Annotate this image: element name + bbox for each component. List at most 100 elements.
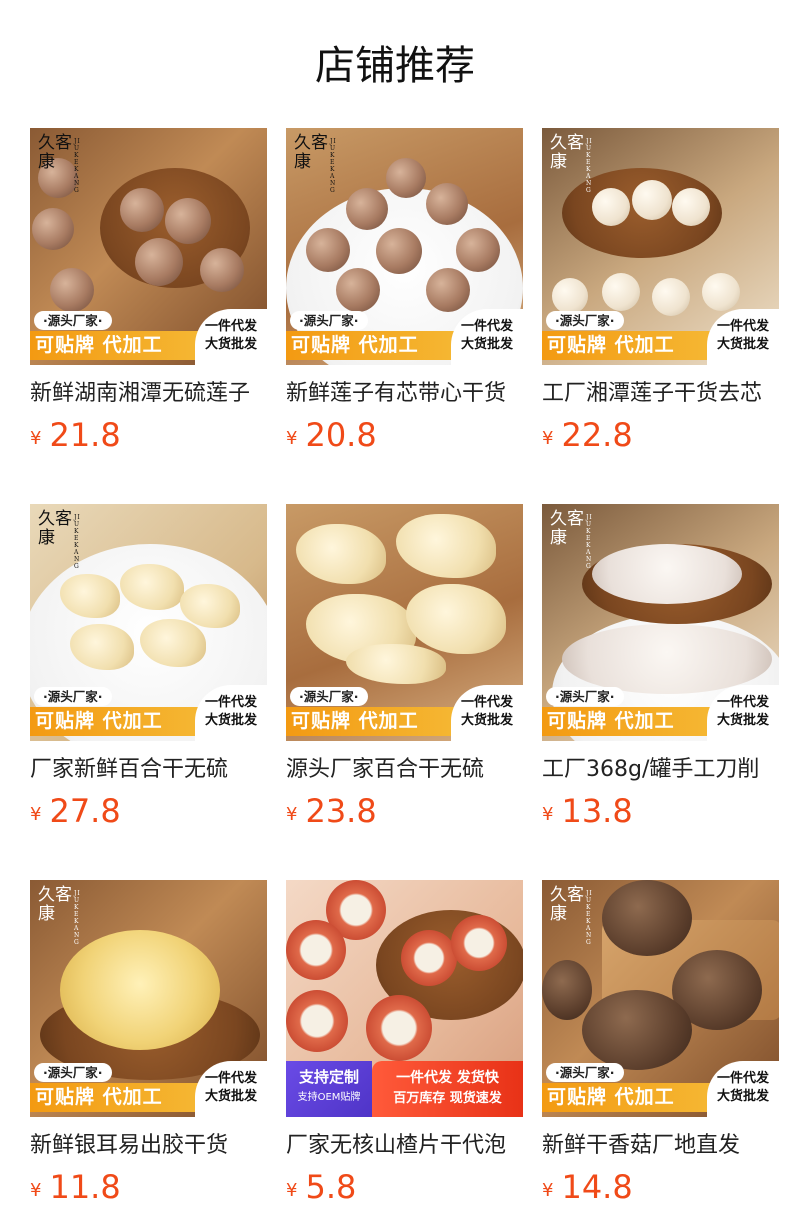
promo-banner: ·源头厂家· 可贴牌 代加工 一件代发 大货批发 (286, 685, 523, 741)
shiitake-shape (582, 990, 692, 1070)
product-image[interactable]: ·源头厂家· 可贴牌 代加工 一件代发 大货批发 (286, 504, 523, 741)
product-name[interactable]: 新鲜干香菇厂地直发 (542, 1130, 779, 1162)
product-card[interactable]: 久客康 JIUKEKANG ·源头厂家· 可贴牌 代加工 一件代发 大货批发 新鲜湖… (30, 128, 267, 454)
promo-right: 一件代发 大货批发 (451, 685, 523, 741)
lily-slice-shape (346, 644, 446, 684)
product-price: ¥27.8 (30, 792, 121, 830)
promo-main: 可贴牌 代加工 (286, 331, 456, 360)
product-name[interactable]: 新鲜银耳易出胶干货 (30, 1130, 267, 1162)
promo-main: 可贴牌 代加工 (30, 331, 200, 360)
lotus-seed-shape (200, 248, 244, 292)
lotus-seed-shape (602, 273, 640, 311)
brand-logo: 久客康 JIUKEKANG (550, 885, 593, 947)
shiitake-shape (542, 960, 592, 1020)
product-price: ¥20.8 (286, 416, 377, 454)
promo-right: 一件代发 大货批发 (707, 685, 779, 741)
promo-main: 可贴牌 代加工 (30, 1083, 200, 1112)
product-card[interactable]: 久客康 JIUKEKANG ·源头厂家· 可贴牌 代加工 一件代发 大货批发 厂家新… (30, 504, 267, 830)
product-card[interactable]: 久客康 JIUKEKANG ·源头厂家· 可贴牌 代加工 一件代发 大货批发 新鲜银… (30, 880, 267, 1206)
lotus-seed-shape (165, 198, 211, 244)
promo-banner: 支持定制 支持OEM贴牌 一件代发 发货快 百万库存 现货速发 (286, 1061, 523, 1117)
product-card[interactable]: ·源头厂家· 可贴牌 代加工 一件代发 大货批发 源头厂家百合干无硫 ¥23.8 (286, 504, 523, 830)
hawthorn-slice-shape (366, 995, 432, 1061)
promo-tag: ·源头厂家· (546, 311, 624, 330)
powder-pile-shape (592, 544, 742, 604)
promo-banner: ·源头厂家· 可贴牌 代加工 一件代发 大货批发 (30, 685, 267, 741)
product-card[interactable]: 支持定制 支持OEM贴牌 一件代发 发货快 百万库存 现货速发 厂家无核山楂片干… (286, 880, 523, 1206)
product-price: ¥22.8 (542, 416, 633, 454)
product-name[interactable]: 厂家新鲜百合干无硫 (30, 754, 267, 786)
lotus-seed-shape (426, 268, 470, 312)
lotus-seed-shape (336, 268, 380, 312)
promo-tag: ·源头厂家· (34, 311, 112, 330)
promo-tag: ·源头厂家· (34, 1063, 112, 1082)
product-name[interactable]: 厂家无核山楂片干代泡 (286, 1130, 523, 1162)
lotus-seed-shape (426, 183, 468, 225)
promo-tag: ·源头厂家· (546, 687, 624, 706)
lotus-seed-shape (592, 188, 630, 226)
promo-main: 可贴牌 代加工 (542, 1083, 712, 1112)
product-name[interactable]: 新鲜湖南湘潭无硫莲子 (30, 378, 267, 410)
product-image[interactable]: 久客康 JIUKEKANG ·源头厂家· 可贴牌 代加工 一件代发 大货批发 (30, 128, 267, 365)
promo-main: 可贴牌 代加工 (30, 707, 200, 736)
product-name[interactable]: 新鲜莲子有芯带心干货 (286, 378, 523, 410)
promo-main: 可贴牌 代加工 (286, 707, 456, 736)
product-image[interactable]: 久客康 JIUKEKANG ·源头厂家· 可贴牌 代加工 一件代发 大货批发 (30, 880, 267, 1117)
lotus-seed-shape (346, 188, 388, 230)
lily-slice-shape (296, 524, 386, 584)
promo-right: 一件代发 大货批发 (451, 309, 523, 365)
promo-banner: ·源头厂家· 可贴牌 代加工 一件代发 大货批发 (30, 1061, 267, 1117)
brand-logo: 久客康 JIUKEKANG (550, 133, 593, 195)
promo-right: 一件代发 大货批发 (707, 1061, 779, 1117)
product-name[interactable]: 工厂湘潭莲子干货去芯 (542, 378, 779, 410)
lotus-seed-shape (386, 158, 426, 198)
hawthorn-slice-shape (286, 990, 348, 1052)
promo-tag: ·源头厂家· (290, 311, 368, 330)
powder-pile-shape (562, 624, 772, 694)
brand-logo: 久客康 JIUKEKANG (550, 509, 593, 571)
brand-logo: 久客康 JIUKEKANG (38, 509, 81, 571)
product-price: ¥23.8 (286, 792, 377, 830)
promo-right: 一件代发 大货批发 (195, 685, 267, 741)
product-image[interactable]: 久客康 JIUKEKANG ·源头厂家· 可贴牌 代加工 一件代发 大货批发 (542, 128, 779, 365)
product-price: ¥11.8 (30, 1168, 121, 1206)
promo-tag: ·源头厂家· (290, 687, 368, 706)
product-image[interactable]: 久客康 JIUKEKANG ·源头厂家· 可贴牌 代加工 一件代发 大货批发 (30, 504, 267, 741)
hawthorn-slice-shape (451, 915, 507, 971)
lily-slice-shape (406, 584, 506, 654)
lotus-seed-shape (32, 208, 74, 250)
product-price: ¥21.8 (30, 416, 121, 454)
brand-logo: 久客康 JIUKEKANG (38, 133, 81, 195)
product-card[interactable]: 久客康 JIUKEKANG ·源头厂家· 可贴牌 代加工 一件代发 大货批发 工厂湘… (542, 128, 779, 454)
product-price: ¥14.8 (542, 1168, 633, 1206)
promo-banner: ·源头厂家· 可贴牌 代加工 一件代发 大货批发 (542, 685, 779, 741)
brand-logo: 久客康 JIUKEKANG (38, 885, 81, 947)
lotus-seed-shape (50, 268, 94, 312)
product-price: ¥13.8 (542, 792, 633, 830)
product-name[interactable]: 源头厂家百合干无硫 (286, 754, 523, 786)
product-card[interactable]: 久客康 JIUKEKANG ·源头厂家· 可贴牌 代加工 一件代发 大货批发 工厂3… (542, 504, 779, 830)
product-image[interactable]: 久客康 JIUKEKANG ·源头厂家· 可贴牌 代加工 一件代发 大货批发 (542, 880, 779, 1117)
lotus-seed-shape (632, 180, 672, 220)
promo-shipping-label: 一件代发 发货快 百万库存 现货速发 (372, 1061, 523, 1117)
brand-logo: 久客康 JIUKEKANG (294, 133, 337, 195)
product-image[interactable]: 支持定制 支持OEM贴牌 一件代发 发货快 百万库存 现货速发 (286, 880, 523, 1117)
product-image[interactable]: 久客康 JIUKEKANG ·源头厂家· 可贴牌 代加工 一件代发 大货批发 (286, 128, 523, 365)
product-card[interactable]: 久客康 JIUKEKANG ·源头厂家· 可贴牌 代加工 一件代发 大货批发 新鲜干… (542, 880, 779, 1206)
promo-tag: ·源头厂家· (546, 1063, 624, 1082)
product-image[interactable]: 久客康 JIUKEKANG ·源头厂家· 可贴牌 代加工 一件代发 大货批发 (542, 504, 779, 741)
white-fungus-shape (60, 930, 220, 1050)
product-name[interactable]: 工厂368g/罐手工刀削 (542, 754, 779, 786)
shiitake-shape (602, 880, 692, 956)
promo-right: 一件代发 大货批发 (707, 309, 779, 365)
hawthorn-slice-shape (286, 920, 346, 980)
promo-custom-label: 支持定制 支持OEM贴牌 (286, 1061, 372, 1117)
promo-banner: ·源头厂家· 可贴牌 代加工 一件代发 大货批发 (542, 1061, 779, 1117)
section-title: 店铺推荐 (315, 43, 475, 89)
promo-banner: ·源头厂家· 可贴牌 代加工 一件代发 大货批发 (30, 309, 267, 365)
promo-right: 一件代发 大货批发 (195, 309, 267, 365)
product-card[interactable]: 久客康 JIUKEKANG ·源头厂家· 可贴牌 代加工 一件代发 大货批发 新鲜莲… (286, 128, 523, 454)
hawthorn-slice-shape (401, 930, 457, 986)
lily-slice-shape (396, 514, 496, 578)
product-price: ¥5.8 (286, 1168, 357, 1206)
